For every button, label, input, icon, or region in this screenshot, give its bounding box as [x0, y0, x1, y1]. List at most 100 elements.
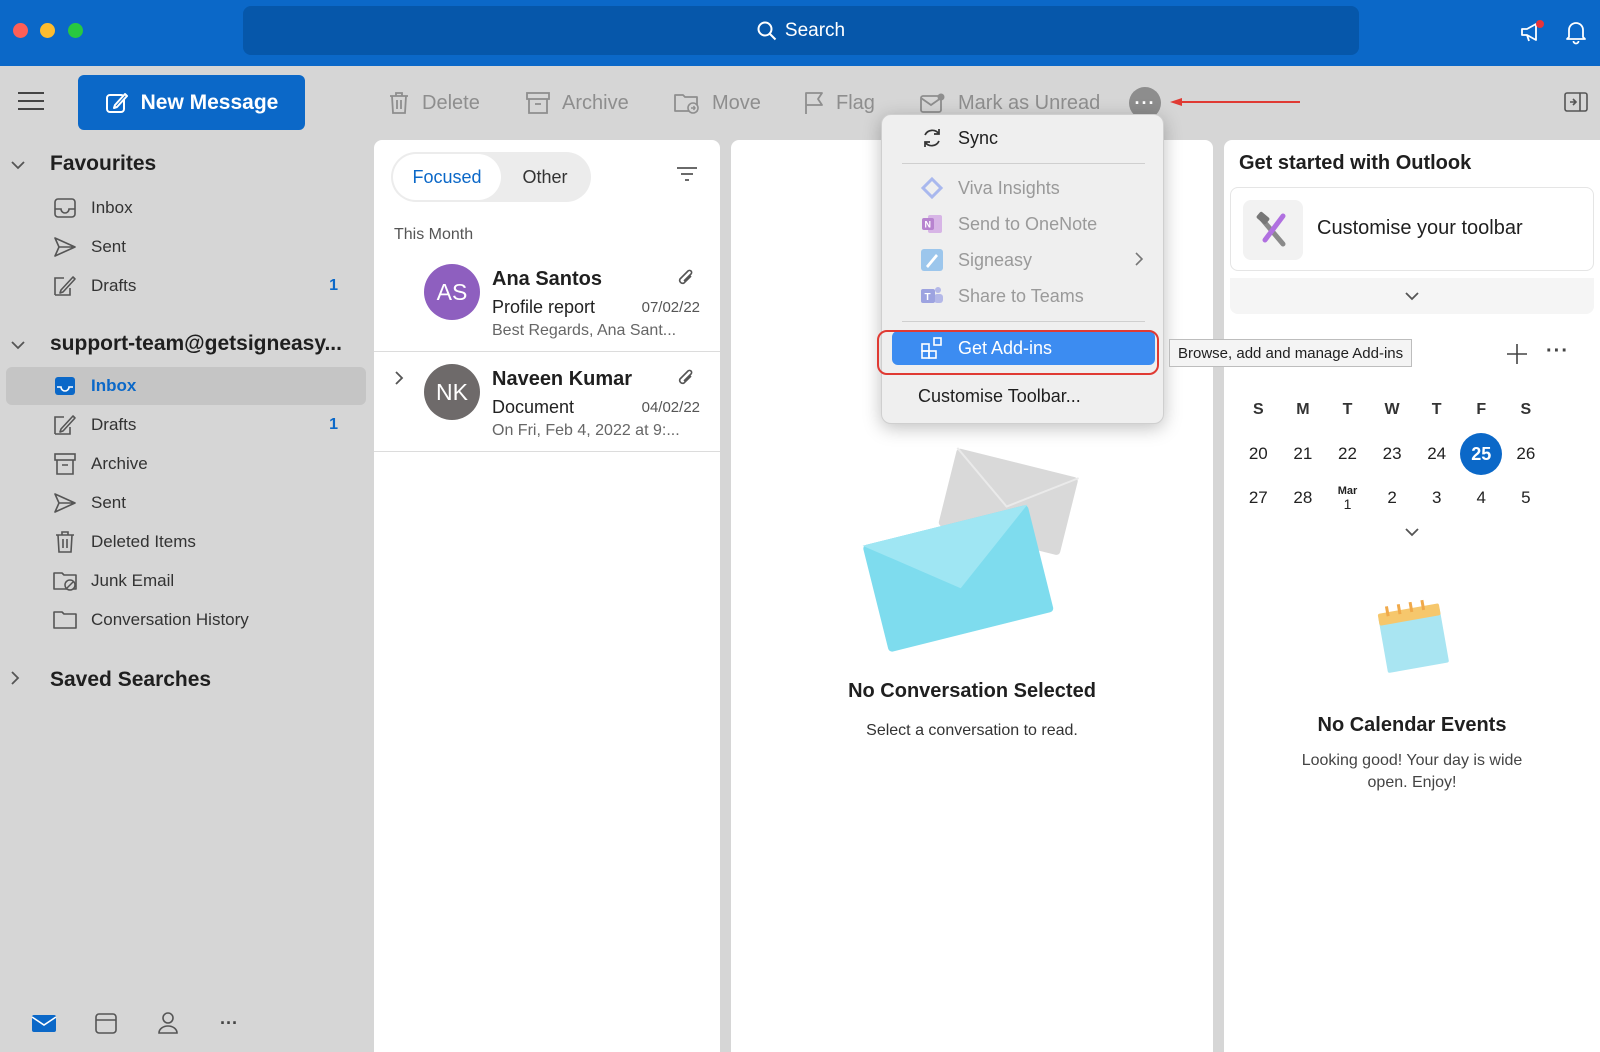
toggle-pane-icon[interactable]: [1564, 92, 1588, 117]
menu-item-share-to-teams[interactable]: T Share to Teams: [892, 279, 1155, 313]
saved-searches-header[interactable]: Saved Searches: [10, 668, 211, 692]
trash-icon: [390, 92, 408, 114]
calendar-week: 27 28 Mar 1 2 3 4 5: [1236, 476, 1592, 520]
no-events-title: No Calendar Events: [1317, 714, 1507, 736]
folder-move-icon: [674, 94, 699, 114]
message-subject: Profile report: [492, 297, 596, 317]
chevron-down-icon: [10, 332, 32, 356]
compose-icon: [105, 92, 128, 113]
move-button[interactable]: Move: [674, 88, 761, 118]
expand-get-started-button[interactable]: [1230, 278, 1594, 314]
search-icon: [757, 21, 777, 40]
bell-icon[interactable]: [1562, 18, 1590, 46]
calendar-day-today[interactable]: 25: [1459, 432, 1504, 476]
flag-icon: [805, 92, 823, 114]
folder-sidebar: Favourites Inbox Sent Drafts 1 support-t…: [0, 140, 372, 1052]
sidebar-item-junk[interactable]: Junk Email: [6, 562, 366, 600]
delete-button[interactable]: Delete: [388, 88, 480, 118]
tab-other[interactable]: Other: [501, 154, 589, 200]
people-icon[interactable]: [153, 1008, 183, 1038]
sidebar-item-fav-inbox[interactable]: Inbox: [6, 189, 366, 227]
message-subject: Document: [492, 397, 575, 417]
calendar-day[interactable]: 20: [1236, 432, 1281, 476]
close-window-button[interactable]: [13, 23, 28, 38]
sidebar-item-inbox[interactable]: Inbox: [6, 367, 366, 405]
sidebar-item-archive[interactable]: Archive: [6, 445, 366, 483]
minimize-window-button[interactable]: [40, 23, 55, 38]
zoom-window-button[interactable]: [68, 23, 83, 38]
calendar-day[interactable]: 22: [1325, 432, 1370, 476]
megaphone-icon[interactable]: [1518, 18, 1546, 46]
menu-item-signeasy[interactable]: Signeasy: [892, 243, 1155, 277]
calendar-day[interactable]: 28: [1281, 476, 1326, 520]
chevron-down-icon: [1405, 292, 1419, 301]
message-sender: Naveen Kumar: [492, 368, 633, 390]
bottom-nav: ···: [0, 1008, 372, 1052]
paperclip-icon: [676, 368, 696, 395]
junk-folder-icon: [53, 572, 77, 591]
more-apps-icon[interactable]: ···: [214, 1008, 244, 1038]
unread-count: 1: [329, 277, 338, 294]
filter-icon[interactable]: [676, 166, 698, 187]
menu-item-sync[interactable]: Sync: [892, 121, 1155, 155]
onenote-icon: N: [918, 210, 946, 238]
weekday-label: W: [1384, 401, 1400, 418]
notepad-illustration: [1377, 599, 1449, 673]
paperclip-icon: [676, 268, 696, 295]
message-list: Focused Other This Month AS Ana Santos P…: [374, 140, 720, 1052]
send-icon: [54, 237, 76, 257]
hamburger-menu-icon[interactable]: [18, 92, 44, 114]
calendar-more-button[interactable]: ···: [1546, 340, 1569, 363]
archive-icon: [54, 453, 76, 475]
viva-insights-icon: [918, 174, 946, 202]
sidebar-item-deleted[interactable]: Deleted Items: [6, 523, 366, 561]
calendar-icon[interactable]: [91, 1008, 121, 1038]
new-message-button[interactable]: New Message: [78, 75, 305, 130]
calendar-day[interactable]: 5: [1504, 476, 1549, 520]
avatar: AS: [424, 264, 480, 320]
calendar-day[interactable]: Mar 1: [1325, 476, 1370, 520]
menu-item-viva-insights[interactable]: Viva Insights: [892, 171, 1155, 205]
more-actions-menu: Sync Viva Insights N Send to OneNote Sig…: [881, 114, 1164, 424]
inbox-icon: [55, 377, 75, 395]
envelope-dot-icon: [920, 93, 945, 113]
calendar-day[interactable]: 2: [1370, 476, 1415, 520]
add-event-icon[interactable]: [1506, 340, 1528, 372]
sync-icon: [918, 124, 946, 152]
search-bar[interactable]: Search: [243, 6, 1359, 55]
right-pane: Get started with Outlook Customise your …: [1224, 140, 1600, 1052]
calendar-day[interactable]: 27: [1236, 476, 1281, 520]
weekday-label: T: [1342, 401, 1353, 418]
chevron-down-icon: [1405, 528, 1419, 537]
favourites-header[interactable]: Favourites: [10, 152, 156, 176]
calendar-day[interactable]: 26: [1504, 432, 1549, 476]
sidebar-item-fav-drafts[interactable]: Drafts 1: [6, 267, 366, 305]
tab-focused[interactable]: Focused: [393, 154, 501, 200]
sidebar-item-conversation-history[interactable]: Conversation History: [6, 601, 366, 639]
mail-icon[interactable]: [29, 1008, 59, 1038]
customise-toolbar-card[interactable]: Customise your toolbar: [1230, 187, 1594, 271]
calendar-day[interactable]: 3: [1414, 476, 1459, 520]
archive-button[interactable]: Archive: [526, 88, 629, 118]
menu-item-customise-toolbar[interactable]: Customise Toolbar...: [892, 379, 1155, 413]
svg-text:N: N: [925, 220, 932, 230]
message-preview: On Fri, Feb 4, 2022 at 9:...: [492, 422, 680, 439]
calendar-day[interactable]: 4: [1459, 476, 1504, 520]
flag-button[interactable]: Flag: [804, 88, 875, 118]
sidebar-item-sent[interactable]: Sent: [6, 484, 366, 522]
message-row[interactable]: AS Ana Santos Profile report 07/02/22 Be…: [374, 252, 720, 352]
sidebar-item-fav-sent[interactable]: Sent: [6, 228, 366, 266]
calendar-day[interactable]: 23: [1370, 432, 1415, 476]
calendar-day[interactable]: 24: [1414, 432, 1459, 476]
weekday-label: S: [1252, 401, 1264, 418]
drafts-icon: [54, 276, 76, 296]
message-row[interactable]: NK Naveen Kumar Document 04/02/22 On Fri…: [374, 352, 720, 452]
expand-thread-icon[interactable]: [394, 370, 404, 391]
calendar-day[interactable]: 21: [1281, 432, 1326, 476]
sidebar-item-drafts[interactable]: Drafts 1: [6, 406, 366, 444]
menu-item-send-to-onenote[interactable]: N Send to OneNote: [892, 207, 1155, 241]
archive-icon: [526, 92, 550, 114]
expand-calendar-button[interactable]: [1224, 524, 1600, 542]
card-label: Customise your toolbar: [1317, 217, 1523, 239]
account-header[interactable]: support-team@getsigneasy...: [10, 332, 342, 356]
